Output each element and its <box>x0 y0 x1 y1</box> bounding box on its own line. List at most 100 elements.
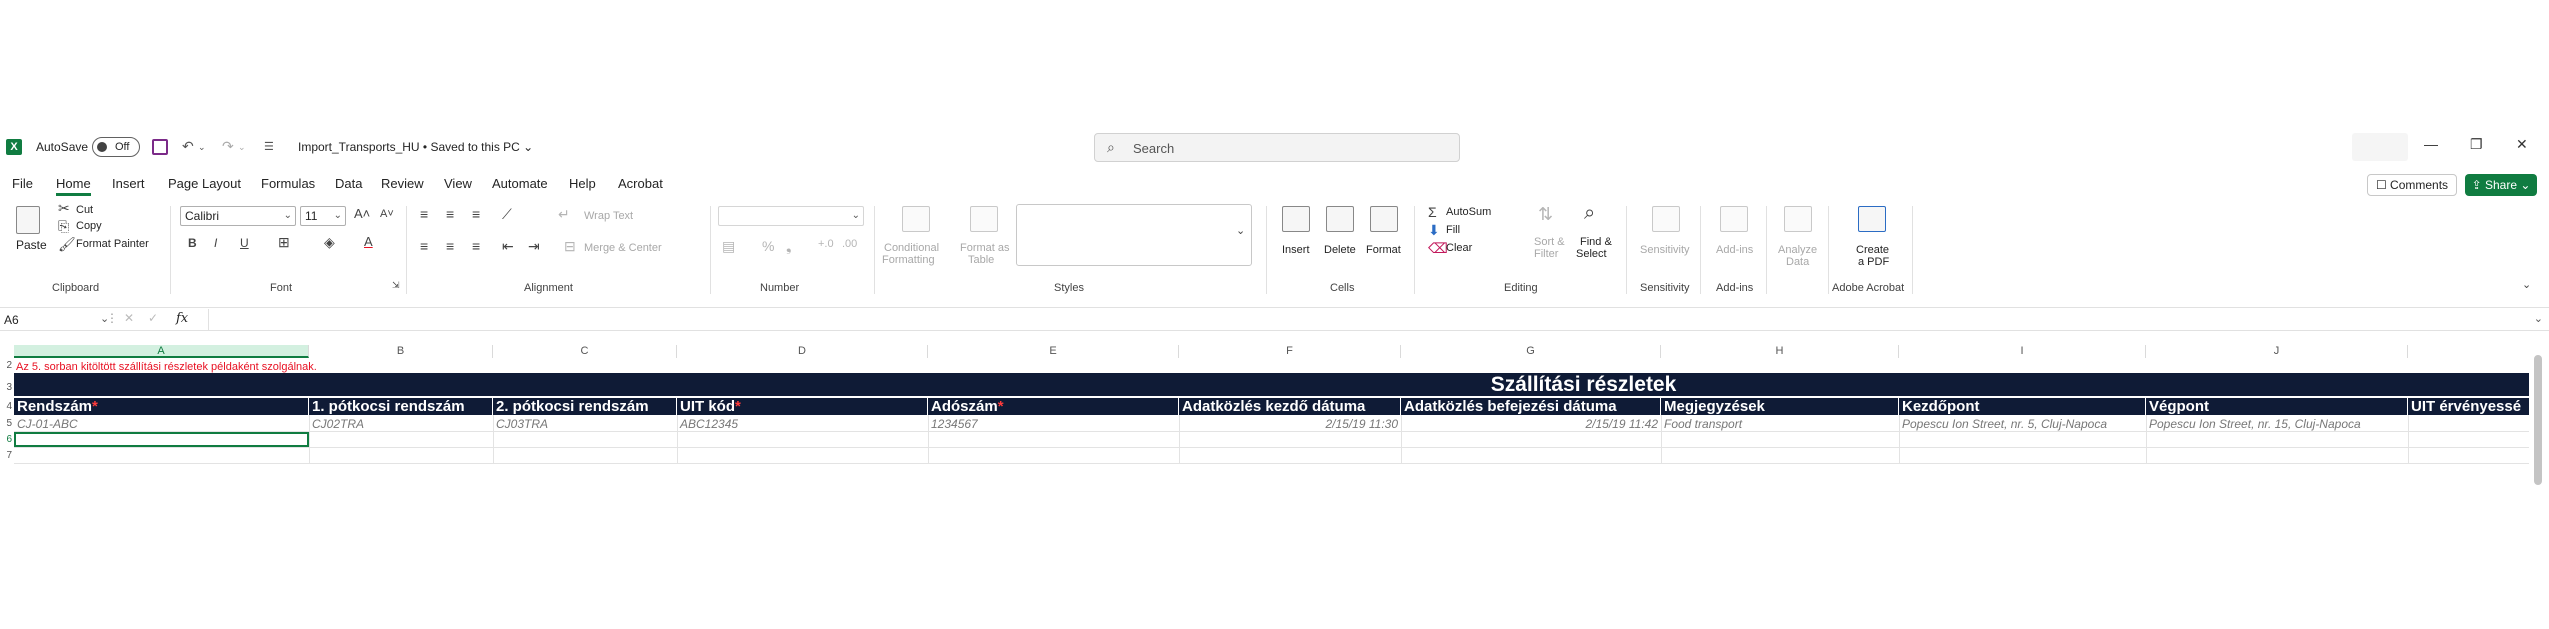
row-header-3[interactable]: 3 <box>0 382 14 393</box>
vertical-scrollbar[interactable] <box>2532 345 2544 496</box>
increase-font-icon[interactable]: A˄ <box>354 206 370 221</box>
tab-automate[interactable]: Automate <box>492 176 548 191</box>
share-button[interactable]: ⇪ Share ⌄ <box>2465 174 2537 196</box>
format-painter-icon[interactable]: 🖌 <box>58 236 76 253</box>
percent-icon[interactable]: % <box>762 238 774 254</box>
borders-icon[interactable]: ⊞ <box>278 234 290 251</box>
font-name-select[interactable]: Calibri ⌄ <box>180 206 296 226</box>
align-right-icon[interactable]: ≡ <box>472 238 480 254</box>
redo-dropdown-icon[interactable]: ⌄ <box>238 142 246 153</box>
format-cells-button[interactable]: Format <box>1366 244 1401 256</box>
accounting-icon[interactable]: ▤ <box>722 238 735 255</box>
insert-cells-icon[interactable] <box>1282 206 1310 232</box>
header-cell[interactable]: Adatközlés kezdő dátuma <box>1179 398 1401 415</box>
align-left-icon[interactable]: ≡ <box>420 238 428 254</box>
create-pdf-button2[interactable]: a PDF <box>1858 256 1889 268</box>
italic-icon[interactable]: I <box>214 236 217 250</box>
font-size-select[interactable]: 11 ⌄ <box>300 206 346 226</box>
autosum-button[interactable]: AutoSum <box>1446 206 1491 218</box>
cut-button[interactable]: Cut <box>76 204 93 216</box>
document-title[interactable]: Import_Transports_HU • Saved to this PC … <box>298 140 533 154</box>
header-cell[interactable]: 1. pótkocsi rendszám <box>309 398 493 415</box>
decrease-decimal-icon[interactable]: .00 <box>842 238 857 250</box>
increase-indent-icon[interactable]: ⇥ <box>528 238 540 255</box>
data-cell[interactable]: ABC12345 <box>677 417 928 431</box>
data-cell[interactable]: Food transport <box>1661 417 1899 431</box>
add-ins-button[interactable]: Add-ins <box>1716 244 1753 256</box>
header-cell[interactable]: UIT érvényessé <box>2408 398 2529 415</box>
tab-home[interactable]: Home <box>56 176 91 196</box>
paste-label[interactable]: Paste <box>16 238 47 252</box>
fill-icon[interactable]: ⬇ <box>1428 222 1440 239</box>
data-cell[interactable]: 2/15/19 11:42 <box>1401 417 1661 431</box>
comments-button[interactable]: ☐ Comments <box>2367 174 2457 196</box>
delete-cells-icon[interactable] <box>1326 206 1354 232</box>
format-as-table-icon[interactable] <box>970 206 998 232</box>
decrease-font-icon[interactable]: A˅ <box>380 208 394 220</box>
active-cell-a6[interactable] <box>14 432 309 447</box>
enter-icon[interactable]: ✓ <box>148 311 158 325</box>
customize-toolbar-icon[interactable]: ☰ <box>264 140 274 153</box>
autosum-icon[interactable]: Σ <box>1428 204 1437 220</box>
data-cell[interactable]: CJ-01-ABC <box>14 417 309 431</box>
format-as-table-label2[interactable]: Table <box>968 254 994 266</box>
sort-filter-label2[interactable]: Filter <box>1534 248 1558 260</box>
font-color-icon[interactable]: A <box>364 234 373 249</box>
header-cell[interactable]: UIT kód* <box>677 398 928 415</box>
example-note[interactable]: Az 5. sorban kitöltött szállítási részle… <box>16 361 317 373</box>
find-select-icon[interactable]: ⌕ <box>1584 202 1595 225</box>
account-avatar[interactable] <box>2352 133 2408 161</box>
column-header-g[interactable]: G <box>1401 345 1661 358</box>
copy-button[interactable]: Copy <box>76 220 102 232</box>
conditional-formatting-label2[interactable]: Formatting <box>882 254 935 266</box>
row-header-6[interactable]: 6 <box>0 434 14 445</box>
merge-icon[interactable]: ⊟ <box>564 238 576 255</box>
font-launcher-icon[interactable]: ⇲ <box>392 280 400 291</box>
tab-insert[interactable]: Insert <box>112 176 145 191</box>
scrollbar-thumb[interactable] <box>2534 355 2542 485</box>
clear-button[interactable]: Clear <box>1446 242 1472 254</box>
expand-formula-icon[interactable]: ⌄ <box>2534 312 2543 325</box>
row-header-7[interactable]: 7 <box>0 450 14 461</box>
data-cell[interactable]: Popescu Ion Street, nr. 5, Cluj-Napoca <box>1899 417 2146 431</box>
formula-input[interactable] <box>208 309 2529 330</box>
find-select-label[interactable]: Find & <box>1580 236 1612 248</box>
conditional-formatting-icon[interactable] <box>902 206 930 232</box>
wrap-text-button[interactable]: Wrap Text <box>584 210 633 222</box>
undo-icon[interactable]: ↶ <box>182 138 194 155</box>
clear-icon[interactable]: ⌫ <box>1428 240 1448 257</box>
save-icon[interactable] <box>152 139 168 155</box>
column-header-f[interactable]: F <box>1179 345 1401 358</box>
insert-function-icon[interactable]: fx <box>176 311 188 326</box>
analyze-data-icon[interactable] <box>1784 206 1812 232</box>
column-header-d[interactable]: D <box>677 345 928 358</box>
sheet-title-cell[interactable]: Szállítási részletek <box>14 373 2529 396</box>
create-pdf-icon[interactable] <box>1858 206 1886 232</box>
column-header-b[interactable]: B <box>309 345 493 358</box>
header-cell[interactable]: Megjegyzések <box>1661 398 1899 415</box>
redo-icon[interactable]: ↷ <box>222 138 234 155</box>
header-cell[interactable]: Adószám* <box>928 398 1179 415</box>
row-header-2[interactable]: 2 <box>0 360 14 371</box>
delete-cells-button[interactable]: Delete <box>1324 244 1356 256</box>
format-painter-button[interactable]: Format Painter <box>76 238 149 250</box>
column-header-a[interactable]: A <box>14 345 309 358</box>
underline-icon[interactable]: U <box>240 236 249 250</box>
align-middle-icon[interactable]: ≡ <box>446 206 454 222</box>
data-cell[interactable]: CJ02TRA <box>309 417 493 431</box>
cut-icon[interactable]: ✂ <box>58 200 70 217</box>
row-header-5[interactable]: 5 <box>0 418 14 429</box>
tab-formulas[interactable]: Formulas <box>261 176 315 191</box>
tab-help[interactable]: Help <box>569 176 596 191</box>
collapse-ribbon-icon[interactable]: ⌄ <box>2522 278 2531 291</box>
column-header-i[interactable]: I <box>1899 345 2146 358</box>
search-box[interactable]: ⌕ Search <box>1094 133 1460 162</box>
add-ins-icon[interactable] <box>1720 206 1748 232</box>
fill-button[interactable]: Fill <box>1446 224 1460 236</box>
conditional-formatting-label[interactable]: Conditional <box>884 242 939 254</box>
header-cell[interactable]: 2. pótkocsi rendszám <box>493 398 677 415</box>
orientation-icon[interactable]: ⟋ <box>502 206 512 223</box>
bold-icon[interactable]: B <box>188 236 197 250</box>
tab-acrobat[interactable]: Acrobat <box>618 176 663 191</box>
tab-file[interactable]: File <box>12 176 33 191</box>
